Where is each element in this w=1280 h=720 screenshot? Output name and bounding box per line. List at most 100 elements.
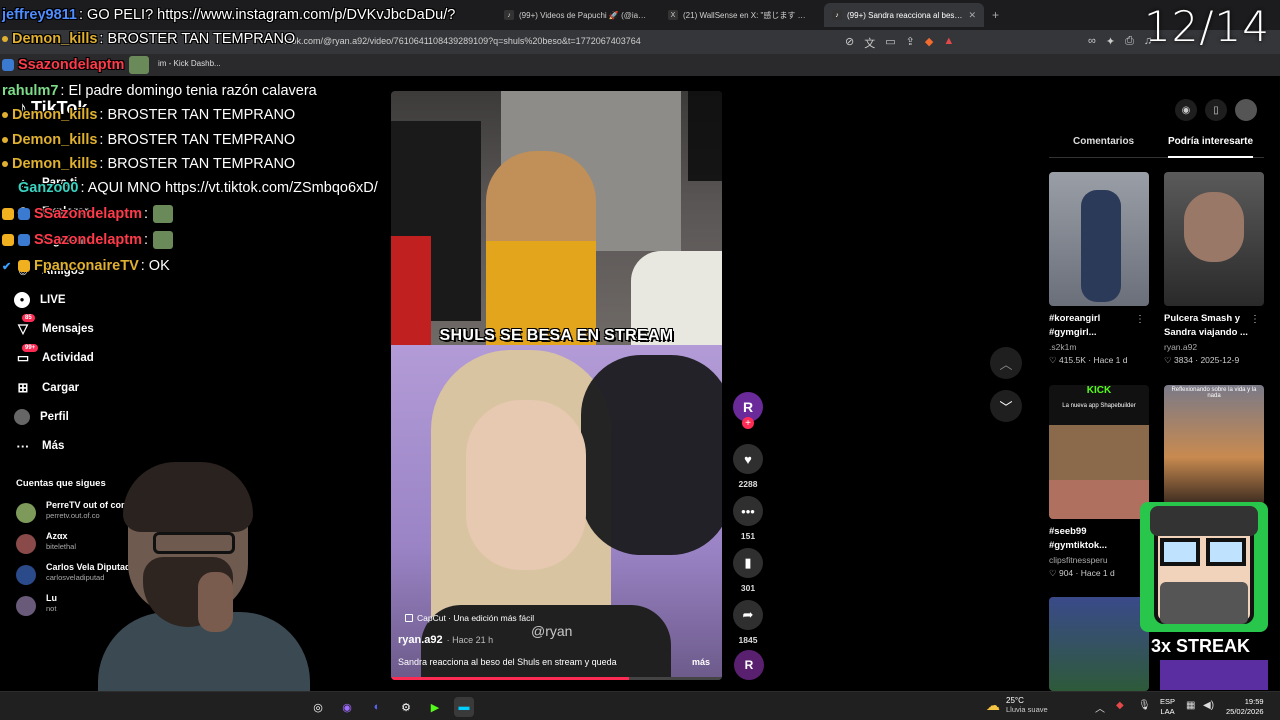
x-icon: X xyxy=(668,10,678,20)
settings-icon[interactable]: ◉ xyxy=(1175,99,1197,121)
browser-app-icon[interactable]: ▬ xyxy=(454,697,474,717)
avatar xyxy=(16,596,36,616)
vpn-icon[interactable]: ∞ xyxy=(1088,35,1096,48)
crown-badge-icon xyxy=(18,260,30,272)
previous-video-button[interactable]: ︿ xyxy=(990,347,1022,379)
account-handle: not xyxy=(46,604,57,613)
sidebar-item-perfil[interactable]: Perfil xyxy=(14,402,204,431)
avatar-glass-left xyxy=(1160,538,1200,566)
chat-username: SSazondelaptm xyxy=(34,206,142,222)
dot-badge-icon xyxy=(2,161,8,167)
screenshot-icon[interactable]: ⎙ xyxy=(1125,35,1134,48)
recommended-video-card[interactable]: #koreangirl #gymgirl... .s2k1m ♡ 415.5K … xyxy=(1049,172,1149,366)
account-name: Lu xyxy=(46,593,57,603)
chat-text: : OK xyxy=(140,258,170,274)
avatar xyxy=(16,534,36,554)
recommended-video-card[interactable]: Pulcera Smash y Sandra viajando ... ryan… xyxy=(1164,172,1264,366)
url-field[interactable]: tiktok.com/@ryan.a92/video/7610641108439… xyxy=(280,36,641,46)
new-tab-button[interactable]: + xyxy=(992,8,999,22)
share-action[interactable]: ➦ 1845 xyxy=(733,600,763,645)
card-author: ryan.a92 xyxy=(1164,342,1198,352)
card-meta: ♡ 3834 · 2025-12-9 xyxy=(1164,355,1240,365)
capcut-tag[interactable]: CapCut · Una edición más fácil xyxy=(405,613,534,623)
video-player[interactable]: SHULS SE BESA EN STREAM CapCut · Una edi… xyxy=(391,91,722,680)
obs-icon[interactable]: ◉ xyxy=(337,697,357,717)
video-progress-bar[interactable] xyxy=(391,677,722,680)
cast-icon[interactable]: ▭ xyxy=(885,35,895,51)
like-action[interactable]: ♥ 2288 xyxy=(733,444,763,489)
video-thumbnail xyxy=(1049,172,1149,306)
sidebar-item-live[interactable]: ● LIVE xyxy=(14,285,204,314)
activity-badge: 99+ xyxy=(22,343,39,352)
more-button[interactable]: más xyxy=(692,657,710,667)
browser-tab-active[interactable]: ♪ (99+) Sandra reacciona al beso d ✕ xyxy=(824,3,984,27)
account-name: Azαx xyxy=(46,531,68,541)
avatar xyxy=(16,503,36,523)
chat-username: rahulm7 xyxy=(2,83,59,99)
chat-username: Demon_kills xyxy=(12,107,98,123)
close-tab-icon[interactable]: ✕ xyxy=(968,10,976,21)
tray-app-icon[interactable]: ◆ xyxy=(1116,700,1124,711)
kick-app-icon[interactable]: ▶ xyxy=(425,697,445,717)
tab-podria-interesarte[interactable]: Podría interesarte xyxy=(1168,136,1254,158)
network-icon[interactable]: ▦ xyxy=(1186,700,1195,711)
weather-widget[interactable]: ☁ 25°C Lluvia suave xyxy=(986,696,1048,714)
clock-time: 19:59 xyxy=(1244,697,1264,706)
author-name: ryan.a92 xyxy=(398,634,443,646)
no-translate-icon[interactable]: ⊘ xyxy=(845,35,854,51)
right-panel-icons: ◉ ▯ xyxy=(1175,99,1257,121)
browser-tab[interactable]: ♪ (99+) Videos de Papuchi 🚀 (@iam_p xyxy=(496,3,656,27)
chat-message: Demon_kills: BROSTER TAN TEMPRANO xyxy=(2,107,295,123)
follow-plus-icon[interactable]: + xyxy=(742,417,754,429)
music-disc-icon[interactable]: R xyxy=(734,650,764,680)
video-top-scene xyxy=(391,91,722,346)
next-video-button[interactable]: ﹀ xyxy=(990,390,1022,422)
tray-chevron-icon[interactable]: ︿ xyxy=(1095,700,1105,715)
toolbar-icons: ∞ ✦ ⎙ ♫ xyxy=(1088,35,1152,48)
check-badge-icon: ✔ xyxy=(2,261,12,273)
comment-icon: ••• xyxy=(733,496,763,526)
chat-message: SSazondelaptm: xyxy=(2,205,173,223)
chat-username: FpanconaireTV xyxy=(34,258,139,274)
video-watermark: @ryan xyxy=(531,623,573,639)
phone-icon[interactable]: ▯ xyxy=(1205,99,1227,121)
more-options-icon[interactable]: ⋮ xyxy=(1250,314,1260,325)
sidebar-item-cargar[interactable]: ⊞ Cargar xyxy=(14,373,204,402)
bookmark-bar: im - Kick Dashb... xyxy=(0,54,1280,76)
comment-action[interactable]: ••• 151 xyxy=(733,496,763,541)
sidebar-item-mas[interactable]: ··· Más xyxy=(14,432,204,461)
bookmark-item[interactable]: im - Kick Dashb... xyxy=(158,59,221,68)
video-author[interactable]: ryan.a92 · Hace 21 h xyxy=(398,634,493,646)
sidebar-item-actividad[interactable]: ▭ 99+ Actividad xyxy=(14,343,204,373)
more-options-icon[interactable]: ⋮ xyxy=(1135,314,1145,325)
recommended-video-card[interactable]: Reflexionando sobre la vida y la nada xyxy=(1164,385,1264,505)
translate-icon[interactable]: 文 xyxy=(864,35,875,51)
recommended-thumb-partial[interactable] xyxy=(1049,597,1149,691)
card-title-line: #gymtiktok... xyxy=(1049,540,1108,551)
tab-comentarios[interactable]: Comentarios xyxy=(1073,136,1134,147)
crown-badge-icon xyxy=(2,208,14,220)
volume-icon[interactable]: ◀) xyxy=(1203,700,1214,711)
video-description: Sandra reacciona al beso del Shuls en st… xyxy=(398,657,617,667)
recommended-video-card[interactable]: KICK La nueva app Shapebuilder #seeb99 #… xyxy=(1049,385,1149,579)
extensions-icon[interactable]: ✦ xyxy=(1106,35,1115,48)
user-avatar-icon[interactable] xyxy=(1235,99,1257,121)
browser-tab[interactable]: X (21) WallSense en X: "感じます 😊 htt xyxy=(660,3,820,27)
tab-title: (99+) Videos de Papuchi 🚀 (@iam_p xyxy=(519,10,648,20)
sidebar-item-mensajes[interactable]: ▽ 85 Mensajes xyxy=(14,314,204,343)
microphone-icon[interactable]: 🎙 xyxy=(1138,700,1151,711)
dot-badge-icon xyxy=(2,137,8,143)
chat-message: Demon_kills: BROSTER TAN TEMPRANO xyxy=(2,156,295,172)
share-icon[interactable]: ⇪ xyxy=(906,35,915,51)
steam-icon[interactable]: ⚙ xyxy=(396,697,416,717)
streak-label: 3x STREAK xyxy=(1151,636,1251,656)
system-clock[interactable]: 19:59 25/02/2026 xyxy=(1226,697,1264,717)
capcut-icon xyxy=(405,614,413,622)
save-action[interactable]: ▮ 301 xyxy=(733,548,763,593)
rewards-icon[interactable]: ▲ xyxy=(943,35,954,51)
brave-shield-icon[interactable]: ◆ xyxy=(925,35,933,51)
settings-app-icon[interactable]: ◎ xyxy=(308,697,328,717)
language-indicator[interactable]: ESP LAA xyxy=(1160,697,1175,717)
discord-icon[interactable]: ◐ xyxy=(367,697,387,717)
chat-text: : BROSTER TAN TEMPRANO xyxy=(99,31,296,47)
